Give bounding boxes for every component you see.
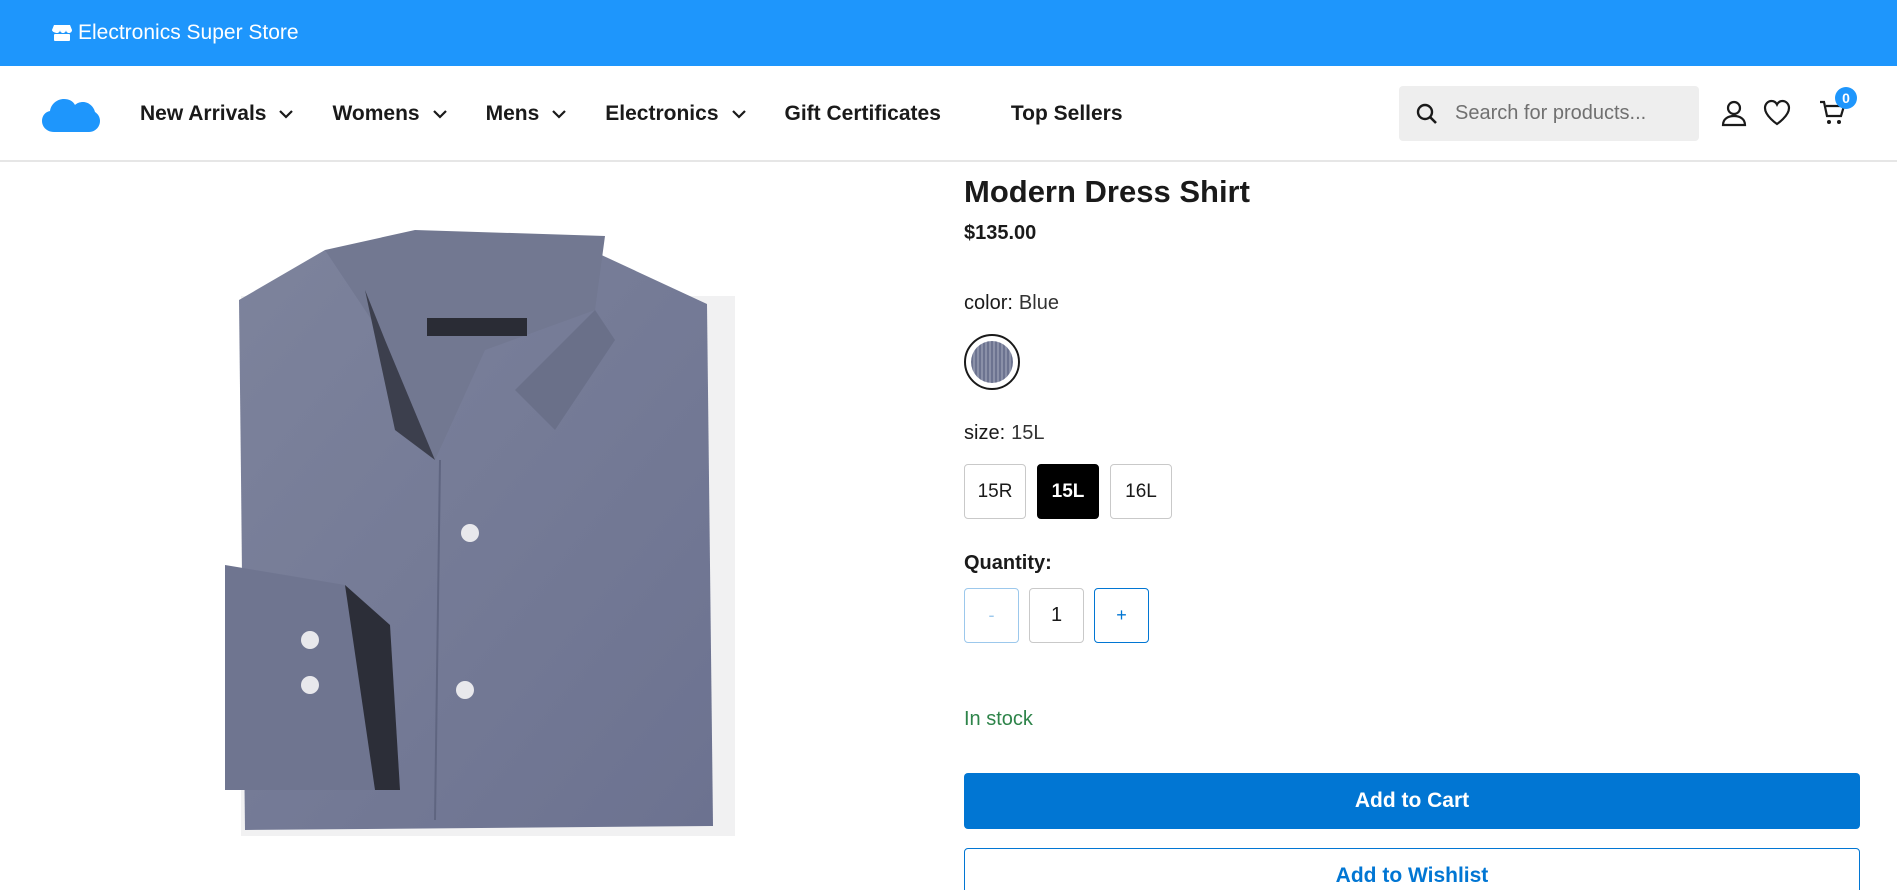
- nav-label: Gift Certificates: [784, 102, 941, 125]
- size-option-15r[interactable]: 15R: [964, 464, 1026, 519]
- top-banner: Electronics Super Store: [0, 0, 1897, 66]
- color-label: color: Blue: [964, 292, 1059, 315]
- add-to-cart-button[interactable]: Add to Cart: [964, 773, 1860, 829]
- cloud-logo[interactable]: [40, 92, 100, 136]
- heart-icon[interactable]: [1762, 98, 1792, 128]
- size-label-value: 15L: [1011, 422, 1045, 444]
- chevron-down-icon: [551, 109, 567, 119]
- size-option-16l[interactable]: 16L: [1110, 464, 1172, 519]
- store-icon: [52, 24, 72, 42]
- nav-mens[interactable]: Mens: [486, 102, 568, 126]
- size-label: size: 15L: [964, 422, 1045, 445]
- nav-new-arrivals[interactable]: New Arrivals: [140, 102, 294, 126]
- nav-label: Womens: [332, 102, 420, 125]
- chevron-down-icon: [432, 109, 448, 119]
- stock-status: In stock: [964, 708, 1033, 730]
- cart-count-badge: 0: [1835, 87, 1857, 109]
- nav-label: Mens: [485, 102, 540, 125]
- nav-womens[interactable]: Womens: [332, 102, 447, 126]
- quantity-input[interactable]: 1: [1029, 588, 1084, 643]
- nav-label: Electronics: [605, 102, 719, 125]
- color-label-key: color:: [964, 292, 1013, 314]
- search-icon: [1415, 102, 1439, 126]
- color-swatch-blue[interactable]: [964, 334, 1020, 390]
- chevron-down-icon: [278, 109, 294, 119]
- quantity-decrement-button[interactable]: -: [964, 588, 1019, 643]
- product-title: Modern Dress Shirt: [964, 174, 1250, 209]
- nav-top-sellers[interactable]: Top Sellers: [1011, 102, 1123, 126]
- add-to-wishlist-button[interactable]: Add to Wishlist: [964, 848, 1860, 890]
- search-box: [1399, 86, 1699, 141]
- search-input[interactable]: [1455, 102, 1675, 125]
- size-options: 15R 15L 16L: [964, 464, 1172, 519]
- account-icon[interactable]: [1719, 98, 1749, 128]
- main-nav: New Arrivals Womens Mens Electronics Gif…: [140, 66, 1123, 162]
- nav-label: New Arrivals: [140, 102, 267, 125]
- product-image: [215, 230, 741, 850]
- site-header: New Arrivals Womens Mens Electronics Gif…: [0, 66, 1897, 162]
- nav-label: Top Sellers: [1010, 102, 1123, 125]
- chevron-down-icon: [731, 109, 747, 119]
- color-label-value: Blue: [1018, 292, 1059, 314]
- nav-gift-certificates[interactable]: Gift Certificates: [785, 102, 941, 126]
- size-option-15l[interactable]: 15L: [1037, 464, 1099, 519]
- quantity-label: Quantity:: [964, 552, 1052, 574]
- size-label-key: size:: [964, 422, 1006, 444]
- store-name: Electronics Super Store: [78, 21, 299, 44]
- swatch-fill: [971, 341, 1013, 383]
- product-price: $135.00: [964, 222, 1037, 244]
- quantity-stepper: - 1 +: [964, 588, 1149, 643]
- quantity-increment-button[interactable]: +: [1094, 588, 1149, 643]
- nav-electronics[interactable]: Electronics: [605, 102, 746, 126]
